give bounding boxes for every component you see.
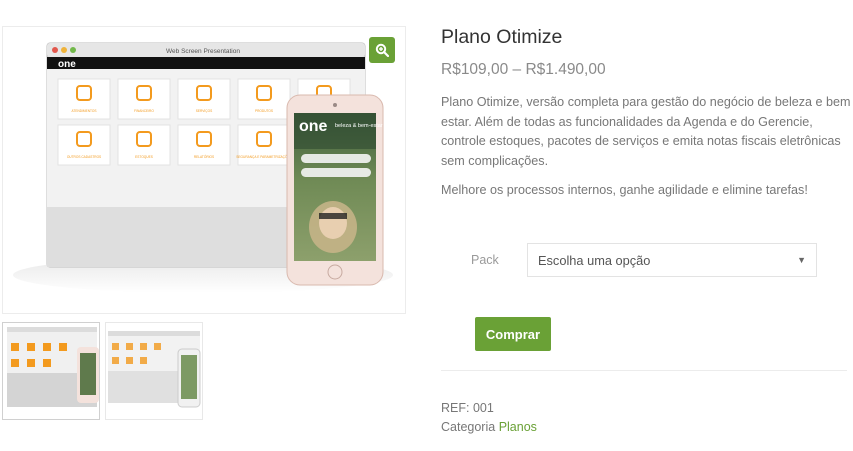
chevron-down-icon: ▼ xyxy=(797,255,806,265)
phone-tagline: beleza & bem-estar xyxy=(335,123,383,129)
description-paragraph-1: Plano Otimize, versão completa para gest… xyxy=(441,95,851,168)
app-tile-label: ATENDIMENTOS xyxy=(71,109,96,113)
app-tile-label: OUTROS CADASTROS xyxy=(67,155,101,159)
window-title: Web Screen Presentation xyxy=(166,48,240,55)
pack-select[interactable]: Escolha uma opção ▼ xyxy=(527,243,817,277)
app-tile-8: RELATÓRIOS xyxy=(177,124,231,166)
buy-button[interactable]: Comprar xyxy=(475,317,551,351)
zoom-button[interactable] xyxy=(369,37,395,63)
app-tile-label: FINANCEIRO xyxy=(134,109,154,113)
description-paragraph-2: Melhore os processos internos, ganhe agi… xyxy=(441,183,808,198)
app-tile-label: PRODUTOS xyxy=(255,109,273,113)
product-description: Plano Otimize, versão completa para gest… xyxy=(441,93,851,211)
app-tile-label: RELATÓRIOS xyxy=(194,154,214,159)
thumbnail-1[interactable] xyxy=(2,322,100,420)
product-main-image[interactable]: Web Screen Presentation one ATENDIMENTOS… xyxy=(2,26,406,314)
category-link[interactable]: Planos xyxy=(499,420,537,434)
product-price: R$109,00 – R$1.490,00 xyxy=(441,61,606,78)
thumbnail-2[interactable] xyxy=(105,322,203,420)
thumbnail-1-image xyxy=(7,327,99,407)
product-category: Categoria Planos xyxy=(441,420,537,434)
product-mockup-illustration: Web Screen Presentation one ATENDIMENTOS… xyxy=(13,42,393,293)
app-tile-3: SERVIÇOS xyxy=(177,78,231,120)
pack-select-value: Escolha uma opção xyxy=(538,252,651,268)
app-tile-label: SERVIÇOS xyxy=(196,109,212,113)
app-tile-7: ESTOQUES xyxy=(117,124,171,166)
category-label: Categoria xyxy=(441,420,496,434)
app-tile-9: SEGURANÇA E PARAMETRIZAÇÕES xyxy=(236,124,292,166)
app-tile-4: PRODUTOS xyxy=(237,78,291,120)
app-tile-label: SEGURANÇA E PARAMETRIZAÇÕES xyxy=(236,154,291,159)
app-tile-6: OUTROS CADASTROS xyxy=(57,124,111,166)
phone-logo: one xyxy=(299,118,328,135)
zoom-magnifier-icon xyxy=(375,43,389,57)
app-tile-2: FINANCEIRO xyxy=(117,78,171,120)
pack-label: Pack xyxy=(471,253,499,267)
app-tile-1: ATENDIMENTOS xyxy=(57,78,111,120)
app-logo: one xyxy=(58,59,76,70)
thumbnail-2-image xyxy=(108,331,201,408)
product-ref: REF: 001 xyxy=(441,401,494,415)
app-tile-label: ESTOQUES xyxy=(135,155,153,159)
product-title: Plano Otimize xyxy=(441,26,563,48)
divider xyxy=(441,370,847,371)
